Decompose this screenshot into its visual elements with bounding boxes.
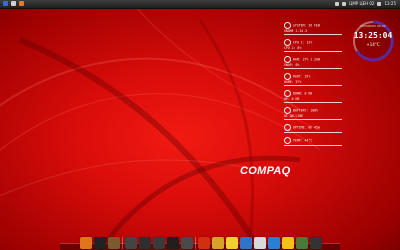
temp-icon bbox=[284, 137, 291, 144]
terminal-icon[interactable] bbox=[94, 237, 106, 249]
firefox-icon[interactable] bbox=[80, 237, 92, 249]
settings-icon[interactable] bbox=[310, 237, 322, 249]
brand-logo: COMPAQ bbox=[240, 165, 291, 177]
conky-block-battery: BATTERY: 100% AC ON-LINE bbox=[284, 107, 342, 120]
tray-text: ЦМР ЦЕН 02 bbox=[349, 1, 375, 6]
conky-line: UP: 0 KB bbox=[284, 97, 300, 101]
conky-block-uptime: UPTIME: 0h 45m bbox=[284, 124, 342, 133]
conky-block-network: DOWN: 0 KB UP: 0 KB bbox=[284, 90, 342, 103]
email-icon[interactable] bbox=[240, 237, 252, 249]
window-icon-1[interactable] bbox=[125, 237, 137, 249]
conky-line: UPTIME: 0h 45m bbox=[293, 125, 320, 130]
dock-separator bbox=[122, 237, 123, 249]
window-icon-5[interactable] bbox=[181, 237, 193, 249]
trash-icon[interactable] bbox=[296, 237, 308, 249]
volume-tray-icon[interactable] bbox=[342, 2, 347, 6]
clock-widget: SATURDAY 05.02 13:25:04 +14°C bbox=[350, 18, 396, 64]
dock bbox=[70, 229, 332, 249]
conky-line: SWAP: 0% bbox=[284, 63, 300, 67]
divider bbox=[284, 34, 342, 35]
system-tray: ЦМР ЦЕН 02 13:25 bbox=[335, 0, 396, 8]
top-panel: ЦМР ЦЕН 02 13:25 bbox=[0, 0, 400, 9]
browser-launcher-icon[interactable] bbox=[19, 1, 24, 6]
memory-icon bbox=[284, 56, 291, 63]
clock-time: 13:25:04 bbox=[353, 31, 393, 40]
divider bbox=[284, 119, 342, 120]
panel-clock[interactable]: 13:25 bbox=[384, 0, 396, 8]
conky-block-memory: RAM: 27% 1.2GB SWAP: 0% bbox=[284, 56, 342, 69]
clipboard-icon[interactable] bbox=[212, 237, 224, 249]
battery-icon bbox=[284, 107, 291, 114]
conky-block-temperature: TEMP: 44°C bbox=[284, 137, 342, 146]
network-tray-icon[interactable] bbox=[335, 2, 340, 6]
folder-icon[interactable] bbox=[108, 237, 120, 249]
conky-line: DOWN: 0 KB bbox=[293, 91, 313, 96]
conky-line: CPU 1: 12% bbox=[293, 40, 313, 45]
divider bbox=[284, 85, 342, 86]
window-icon-2[interactable] bbox=[139, 237, 151, 249]
window-icon-4[interactable] bbox=[167, 237, 179, 249]
search-icon[interactable] bbox=[254, 237, 266, 249]
conky-line: CPU 2: 8% bbox=[284, 46, 302, 50]
disk-icon bbox=[284, 73, 291, 80]
menu-area bbox=[3, 1, 24, 6]
conky-line: GNOME 2.24.3 bbox=[284, 29, 308, 33]
clock-date: SATURDAY 05.02 bbox=[360, 24, 386, 28]
conky-block-system: SYSTEM: 26 FEB GNOME 2.24.3 bbox=[284, 22, 342, 35]
places-menu-icon[interactable] bbox=[11, 1, 16, 6]
system-monitor-widget: SYSTEM: 26 FEB GNOME 2.24.3 CPU 1: 12% C… bbox=[284, 22, 342, 150]
battery-tray-icon[interactable] bbox=[377, 2, 382, 6]
processor-icon bbox=[284, 39, 291, 46]
dock-separator bbox=[195, 237, 196, 249]
window-icon-3[interactable] bbox=[153, 237, 165, 249]
conky-line: BATTERY: 100% bbox=[293, 108, 318, 113]
conky-line: RAM: 27% 1.2GB bbox=[293, 57, 320, 62]
conky-block-disk: ROOT: 35% HOME: 57% bbox=[284, 73, 342, 86]
lightning-icon[interactable] bbox=[282, 237, 294, 249]
pidgin-icon[interactable] bbox=[226, 237, 238, 249]
divider bbox=[284, 51, 342, 52]
divider bbox=[284, 102, 342, 103]
network-icon bbox=[284, 90, 291, 97]
media-player-icon[interactable] bbox=[198, 237, 210, 249]
network-icon[interactable] bbox=[268, 237, 280, 249]
divider bbox=[284, 145, 342, 146]
conky-line: SYSTEM: 26 FEB bbox=[293, 23, 320, 28]
uptime-icon bbox=[284, 124, 291, 131]
system-icon bbox=[284, 22, 291, 29]
conky-line: ROOT: 35% bbox=[293, 74, 311, 79]
conky-block-cpu: CPU 1: 12% CPU 2: 8% bbox=[284, 39, 342, 52]
divider bbox=[284, 132, 342, 133]
conky-line: AC ON-LINE bbox=[284, 114, 304, 118]
conky-line: HOME: 57% bbox=[284, 80, 302, 84]
conky-line: TEMP: 44°C bbox=[293, 138, 313, 143]
divider bbox=[284, 68, 342, 69]
desktop: ЦМР ЦЕН 02 13:25 SATURDAY 05.02 13:25:04… bbox=[0, 0, 400, 250]
clock-temperature: +14°C bbox=[366, 42, 380, 47]
apps-menu-icon[interactable] bbox=[3, 1, 8, 6]
